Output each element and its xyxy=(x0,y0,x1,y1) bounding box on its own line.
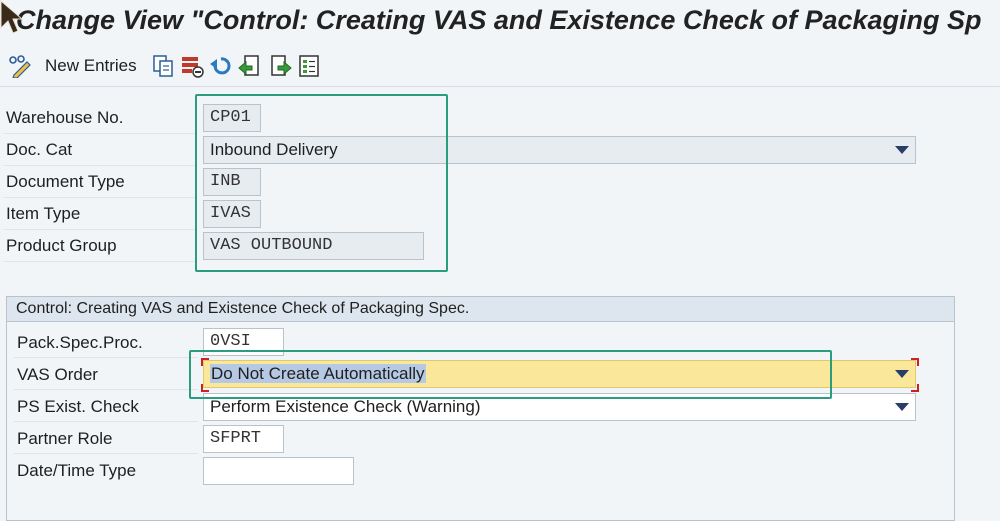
mouse-cursor-icon xyxy=(0,0,24,34)
partner-role-label: Partner Role xyxy=(17,429,113,448)
application-toolbar: New Entries xyxy=(0,48,1000,87)
row-divider xyxy=(4,197,196,198)
row-divider xyxy=(4,261,196,262)
chevron-down-icon[interactable] xyxy=(895,146,909,154)
change-display-icon[interactable] xyxy=(8,54,32,78)
date-time-type-field[interactable] xyxy=(203,457,354,485)
product-group-label: Product Group xyxy=(6,236,117,255)
row-divider xyxy=(14,357,198,358)
previous-entry-icon[interactable] xyxy=(237,54,261,78)
highlight-box xyxy=(189,350,832,399)
vas-order-label: VAS Order xyxy=(17,365,98,384)
copy-icon[interactable] xyxy=(151,54,175,78)
row-divider xyxy=(14,421,198,422)
focus-corner xyxy=(911,358,919,366)
select-all-icon[interactable] xyxy=(297,54,321,78)
row-divider xyxy=(4,229,196,230)
document-type-label: Document Type xyxy=(6,172,125,191)
item-type-label: Item Type xyxy=(6,204,81,223)
ps-exist-check-label: PS Exist. Check xyxy=(17,397,139,416)
undo-icon[interactable] xyxy=(209,54,233,78)
focus-corner xyxy=(911,384,919,392)
partner-role-field[interactable]: SFPRT xyxy=(203,425,284,453)
doc-cat-label: Doc. Cat xyxy=(6,140,73,159)
row-divider xyxy=(4,133,196,134)
chevron-down-icon[interactable] xyxy=(895,403,909,411)
chevron-down-icon[interactable] xyxy=(895,370,909,378)
control-group-title: Control: Creating VAS and Existence Chec… xyxy=(7,297,954,322)
new-entries-button[interactable]: New Entries xyxy=(45,56,137,76)
row-divider xyxy=(4,165,196,166)
window-title: Change View "Control: Creating VAS and E… xyxy=(0,0,1000,40)
row-divider xyxy=(14,389,198,390)
highlight-box xyxy=(195,94,448,272)
row-divider xyxy=(14,453,198,454)
ps-exist-check-value: Perform Existence Check (Warning) xyxy=(210,397,481,416)
warehouse-no-label: Warehouse No. xyxy=(6,108,124,127)
delete-icon[interactable] xyxy=(180,54,204,78)
next-entry-icon[interactable] xyxy=(269,54,293,78)
pack-spec-proc-label: Pack.Spec.Proc. xyxy=(17,333,143,352)
date-time-type-label: Date/Time Type xyxy=(17,461,137,480)
